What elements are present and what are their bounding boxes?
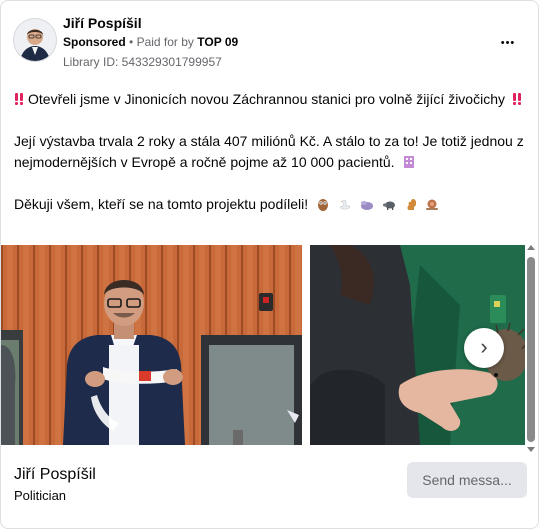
squirrel-icon [404,196,418,210]
footer-page-category: Politician [14,488,67,503]
scroll-down-arrow-icon[interactable] [527,447,535,452]
post-line-2: Její výstavba trvala 2 roky a stála 407 … [14,133,524,170]
post-line-3: Děkuji všem, kteří se na tomto projektu … [14,196,309,212]
avatar-photo-icon [14,19,56,61]
carousel-slide-1[interactable] [1,245,302,445]
owl-icon [316,196,330,211]
sponsored-label[interactable]: Sponsored [63,35,126,49]
scroll-up-arrow-icon[interactable] [527,245,535,250]
hedgehog-icon [360,196,374,210]
photo-man-cutting-ribbon-icon [1,245,302,445]
send-message-button[interactable]: Send messa... [407,462,527,498]
separator: • [129,35,134,49]
avatar[interactable] [13,18,57,62]
carousel-next-button[interactable]: › [464,328,504,368]
sponsored-line: Sponsored • Paid for by TOP 09 [63,35,238,49]
author-name[interactable]: Jiří Pospíšil [63,15,142,31]
scrollbar-thumb[interactable] [527,257,535,442]
double-exclamation-icon [14,91,24,105]
library-id: Library ID: 543329301799957 [63,55,222,69]
more-dots-icon: ••• [500,37,516,49]
more-options-button[interactable]: ••• [495,29,521,55]
double-exclamation-icon [512,91,522,105]
swan-icon [338,196,352,210]
building-icon [402,154,416,168]
image-carousel[interactable] [1,245,525,445]
chevron-right-icon: › [480,334,488,359]
post-text: Otevřeli jsme v Jinonicích novou Záchran… [14,89,529,236]
snail-icon [425,196,439,210]
footer-page-name[interactable]: Jiří Pospíšil [14,466,96,484]
post-line-1: Otevřeli jsme v Jinonicích novou Záchran… [28,91,505,107]
paid-for-by: TOP 09 [197,35,239,49]
scrollbar[interactable] [527,245,535,455]
boar-icon [382,196,396,210]
paid-for-prefix: Paid for by [136,35,194,49]
ad-card: Jiří Pospíšil Sponsored • Paid for by TO… [0,0,539,529]
